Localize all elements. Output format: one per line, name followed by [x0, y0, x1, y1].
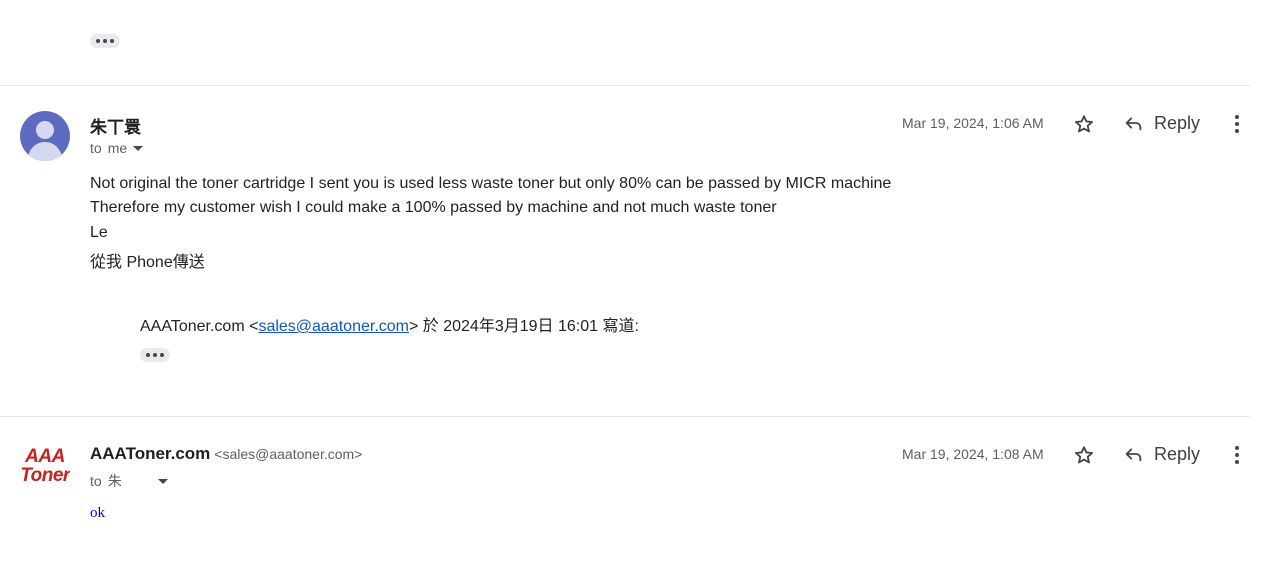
recipient-prefix: to	[90, 473, 102, 489]
sender-name-row: AAAToner.com <sales@aaatoner.com>	[90, 444, 362, 464]
sender-email: <sales@aaatoner.com>	[214, 446, 363, 462]
chevron-down-icon[interactable]	[133, 145, 144, 151]
recipient-name: 朱	[107, 473, 122, 489]
star-icon	[1075, 446, 1093, 464]
reply-label: Reply	[1154, 112, 1201, 133]
quoted-reply-header: AAAToner.com <sales@aaatoner.com> 於 2024…	[140, 312, 639, 336]
logo-text-line: Toner	[20, 465, 70, 486]
show-quoted-text-button[interactable]	[140, 348, 170, 362]
more-vert-icon	[1235, 115, 1239, 133]
sender-name: 朱丅睘	[90, 118, 141, 137]
person-icon	[27, 121, 63, 161]
avatar[interactable]	[20, 111, 70, 161]
message-divider	[0, 85, 1250, 86]
message-date: Mar 19, 2024, 1:06 AM	[902, 115, 1044, 131]
message-divider	[0, 416, 1250, 417]
more-options-button[interactable]	[1223, 441, 1251, 469]
chevron-down-icon[interactable]	[157, 478, 168, 484]
quoted-sender-name: AAAToner.com	[140, 318, 245, 335]
message-body-line: Not original the toner cartridge I sent …	[90, 175, 892, 192]
message-body-line: Le	[90, 224, 108, 241]
more-vert-icon	[1235, 446, 1239, 464]
star-button[interactable]	[1070, 110, 1098, 138]
recipient-name: me	[107, 140, 128, 156]
reply-icon	[1125, 117, 1142, 131]
message-date: Mar 19, 2024, 1:08 AM	[902, 446, 1044, 462]
message-body-line: Therefore my customer wish I could make …	[90, 199, 777, 216]
show-trimmed-content-button[interactable]	[90, 34, 120, 48]
message-body: ok	[90, 505, 105, 521]
recipient-prefix: to	[90, 140, 102, 156]
reply-label: Reply	[1154, 443, 1201, 464]
more-options-button[interactable]	[1223, 110, 1251, 138]
star-icon	[1075, 115, 1093, 133]
sender-name: AAAToner.com	[90, 444, 211, 463]
reply-icon	[1125, 448, 1142, 462]
reply-button[interactable]: Reply	[1122, 112, 1200, 134]
reply-button[interactable]: Reply	[1122, 443, 1200, 465]
quoted-email-link[interactable]: sales@aaatoner.com	[258, 318, 409, 335]
quoted-close-bracket: >	[408, 318, 419, 335]
logo-text-line: AAA	[25, 446, 65, 467]
recipient-details-toggle[interactable]: to me	[90, 140, 144, 156]
quoted-date-text: 於 2024年3月19日 16:01 寫道:	[418, 318, 639, 335]
recipient-details-toggle[interactable]: to 朱	[90, 471, 168, 491]
sender-logo[interactable]: AAA Toner	[20, 443, 70, 493]
message-body-line: 從我 Phone傳送	[90, 254, 205, 271]
star-button[interactable]	[1070, 441, 1098, 469]
